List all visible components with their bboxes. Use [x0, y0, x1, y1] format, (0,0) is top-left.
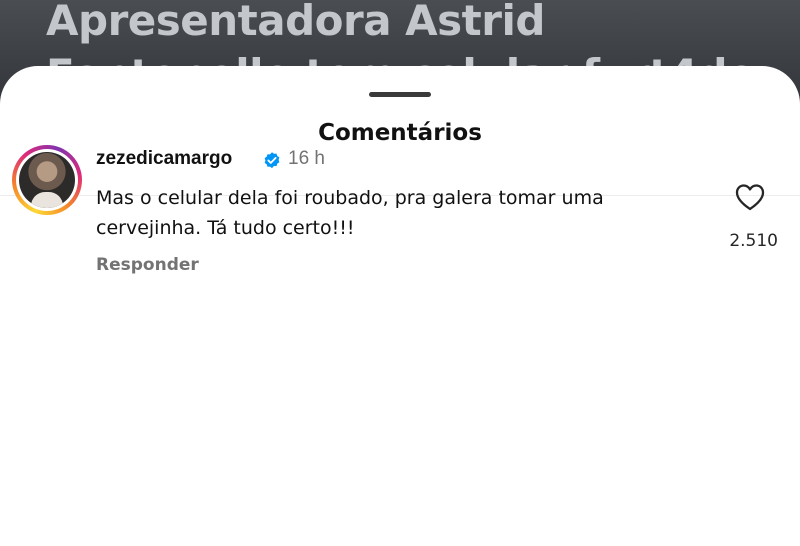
- avatar[interactable]: [12, 145, 82, 215]
- like-count: 2.510: [729, 231, 778, 251]
- avatar-frame: [16, 149, 78, 211]
- comment-timestamp: 16 h: [288, 148, 325, 169]
- avatar-shirt: [31, 192, 63, 208]
- comment-username[interactable]: zezedicamargo: [96, 148, 232, 170]
- comment-text: Mas o celular dela foi roubado, pra gale…: [96, 187, 604, 239]
- reply-button[interactable]: Responder: [96, 255, 199, 275]
- avatar-photo: [19, 152, 75, 208]
- verified-badge-icon: [264, 152, 280, 169]
- heart-outline-icon[interactable]: [734, 182, 766, 212]
- sheet-drag-handle[interactable]: [369, 92, 431, 97]
- sheet-title: Comentários: [318, 120, 482, 146]
- comments-sheet: Comentários: [0, 66, 800, 546]
